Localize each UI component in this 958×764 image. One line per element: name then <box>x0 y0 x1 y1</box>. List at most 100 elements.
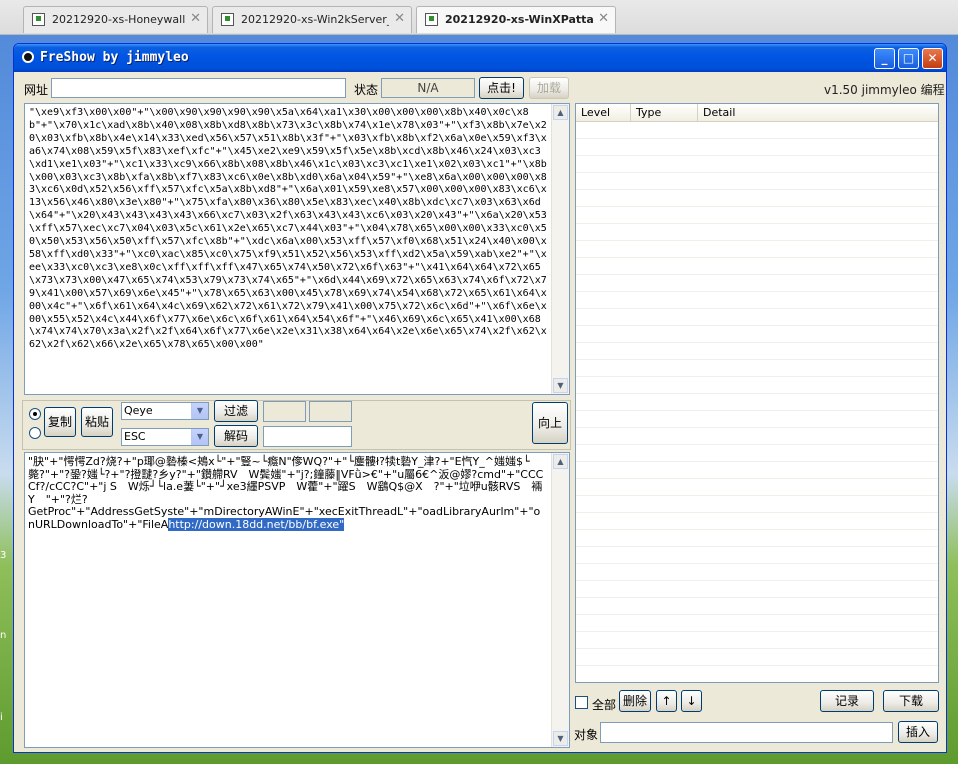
results-listview[interactable]: Level Type Detail <box>575 103 939 683</box>
target-input[interactable] <box>600 722 893 743</box>
list-gridline <box>576 291 938 292</box>
encoding-select-top[interactable]: Qeye ▼ <box>121 402 209 420</box>
shellcode-text[interactable]: "\xe9\xf3\x00\x00"+"\x00\x90\x90\x90\x90… <box>29 107 549 352</box>
close-icon[interactable]: ✕ <box>598 11 609 26</box>
list-gridline <box>576 614 938 615</box>
delete-button[interactable]: 删除 <box>619 690 651 712</box>
vm-icon <box>425 13 438 26</box>
column-type[interactable]: Type <box>631 104 698 121</box>
vertical-scrollbar[interactable]: ▲ ▼ <box>551 104 569 394</box>
insert-button[interactable]: 插入 <box>898 721 938 743</box>
tab-label: 20212920-xs-Honeywall <box>52 13 185 26</box>
paste-button[interactable]: 粘贴 <box>81 407 113 437</box>
load-button[interactable]: 加载 <box>529 77 569 99</box>
version-label: v1.50 jimmyleo 编程 <box>824 83 945 97</box>
input-code-panel[interactable]: "\xe9\xf3\x00\x00"+"\x00\x90\x90\x90\x90… <box>24 103 570 395</box>
list-gridline <box>576 529 938 530</box>
scroll-down-icon[interactable]: ▼ <box>553 731 568 746</box>
column-detail[interactable]: Detail <box>698 104 938 121</box>
decoded-output-panel[interactable]: "䏐"+"愕愕Zd?烧?+"p瑘@䃞榛<鴂x└"+"豎~└癊N"偧WQ?"+"└… <box>24 452 570 748</box>
radio-option-2[interactable] <box>29 427 41 439</box>
title-bar[interactable]: FreShow by jimmyleo _ □ ✕ <box>14 44 946 72</box>
list-gridline <box>576 665 938 666</box>
desktop-icon-fragment: n <box>0 630 7 641</box>
list-gridline <box>576 325 938 326</box>
list-gridline <box>576 597 938 598</box>
up-button[interactable]: 向上 <box>532 402 568 444</box>
list-gridline <box>576 410 938 411</box>
download-url[interactable]: http://down.18dd.net/bb/bf.exe" <box>168 517 345 531</box>
select-value: Qeye <box>124 404 153 417</box>
url-input[interactable] <box>51 78 346 98</box>
scroll-up-icon[interactable]: ▲ <box>553 454 568 469</box>
chevron-down-icon[interactable]: ▼ <box>191 429 208 445</box>
download-button[interactable]: 下载 <box>883 690 939 712</box>
target-label: 对象 <box>574 728 599 742</box>
list-gridline <box>576 274 938 275</box>
filter-button[interactable]: 过滤 <box>214 400 258 422</box>
tab-honeywall[interactable]: 20212920-xs-Honeywall ✕ <box>23 6 208 33</box>
close-button[interactable]: ✕ <box>922 48 943 69</box>
click-button[interactable]: 点击! <box>479 77 524 99</box>
encoding-select-bottom[interactable]: ESC ▼ <box>121 428 209 446</box>
column-level[interactable]: Level <box>576 104 631 121</box>
list-gridline <box>576 648 938 649</box>
tab-win2kserver[interactable]: 20212920-xs-Win2kServer_S... ✕ <box>212 6 412 33</box>
list-gridline <box>576 580 938 581</box>
move-up-button[interactable]: ↑ <box>656 690 677 712</box>
tab-label: 20212920-xs-Win2kServer_S... <box>241 13 389 26</box>
list-gridline <box>576 631 938 632</box>
url-label: 网址 <box>24 83 49 97</box>
close-icon[interactable]: ✕ <box>190 11 201 26</box>
chevron-down-icon[interactable]: ▼ <box>191 403 208 419</box>
list-gridline <box>576 461 938 462</box>
list-gridline <box>576 512 938 513</box>
record-button[interactable]: 记录 <box>820 690 874 712</box>
app-icon <box>22 51 34 63</box>
window-title: FreShow by jimmyleo <box>40 50 189 65</box>
list-gridline <box>576 155 938 156</box>
list-gridline <box>576 223 938 224</box>
select-value: ESC <box>124 430 146 443</box>
maximize-button[interactable]: □ <box>898 48 919 69</box>
status-label: 状态 <box>354 83 379 97</box>
minimize-button[interactable]: _ <box>874 48 895 69</box>
select-all-label: 全部 <box>592 698 617 712</box>
filter-field-2[interactable] <box>309 401 352 422</box>
decoded-text[interactable]: "䏐"+"愕愕Zd?烧?+"p瑘@䃞榛<鴂x└"+"豎~└癊N"偧WQ?"+"└… <box>28 455 547 532</box>
decode-key-field[interactable] <box>263 426 352 447</box>
list-header: Level Type Detail <box>576 104 938 122</box>
list-gridline <box>576 257 938 258</box>
list-gridline <box>576 138 938 139</box>
decode-button[interactable]: 解码 <box>214 425 258 447</box>
list-gridline <box>576 393 938 394</box>
vm-icon <box>32 13 45 26</box>
vertical-scrollbar[interactable]: ▲ ▼ <box>551 453 569 747</box>
list-gridline <box>576 376 938 377</box>
list-gridline <box>576 478 938 479</box>
close-icon[interactable]: ✕ <box>394 11 405 26</box>
tab-label: 20212920-xs-WinXPattac... <box>445 13 593 26</box>
list-gridline <box>576 546 938 547</box>
list-gridline <box>576 342 938 343</box>
desktop-icon-fragment: i <box>0 712 3 723</box>
copy-button[interactable]: 复制 <box>44 407 76 437</box>
tab-winxpattacker[interactable]: 20212920-xs-WinXPattac... ✕ <box>416 6 616 33</box>
radio-option-1[interactable] <box>29 408 41 420</box>
move-down-button[interactable]: ↓ <box>681 690 702 712</box>
list-gridline <box>576 240 938 241</box>
status-field: N/A <box>381 78 475 98</box>
freshow-window: FreShow by jimmyleo _ □ ✕ 网址 状态 N/A 点击! … <box>13 43 947 753</box>
list-gridline <box>576 359 938 360</box>
list-gridline <box>576 189 938 190</box>
list-gridline <box>576 308 938 309</box>
list-gridline <box>576 427 938 428</box>
filter-field-1[interactable] <box>263 401 306 422</box>
select-all-checkbox[interactable] <box>575 696 588 709</box>
scroll-up-icon[interactable]: ▲ <box>553 105 568 120</box>
scroll-down-icon[interactable]: ▼ <box>553 378 568 393</box>
vm-icon <box>221 13 234 26</box>
browser-tab-strip: 20212920-xs-Honeywall ✕ 20212920-xs-Win2… <box>0 0 958 35</box>
list-gridline <box>576 444 938 445</box>
list-gridline <box>576 206 938 207</box>
